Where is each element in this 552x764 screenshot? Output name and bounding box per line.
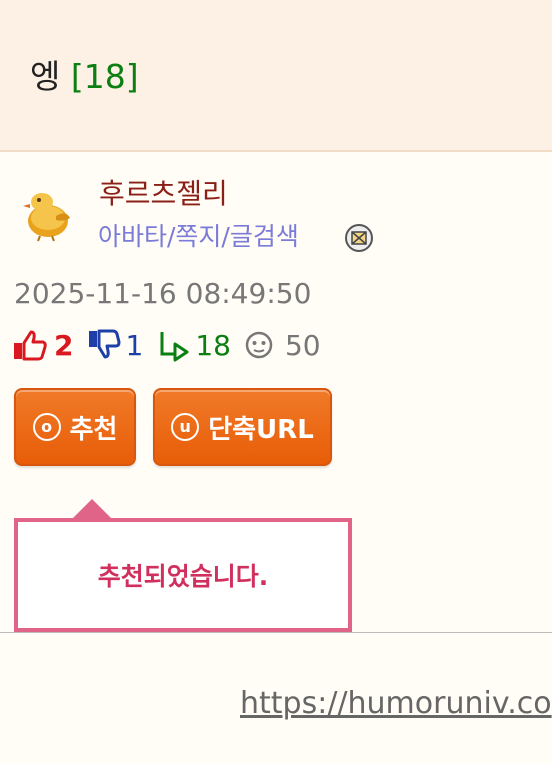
post-title-text: 엥 [30,57,61,96]
reply-stat-count: 18 [195,328,231,362]
reply-count: [18] [70,57,139,96]
envelope-icon[interactable] [344,223,374,253]
short-url-circle-icon: u [171,413,200,441]
recommend-circle-icon: o [32,413,61,441]
author-links[interactable]: 아바타/쪽지/글검색 [98,217,299,253]
view-count: 50 [284,328,321,362]
chick-avatar-icon[interactable] [20,188,74,242]
short-url-link[interactable]: https://humoruniv.co [240,686,552,721]
upvote-stat[interactable]: 2 [12,328,87,362]
toast-message: 추천되었습니다. [97,562,269,591]
downvote-stat[interactable]: 1 [87,328,157,362]
short-url-button[interactable]: u 단축URL [153,388,332,466]
recommend-toast: 추천되었습니다. [14,518,352,632]
author-nickname[interactable]: 후르츠젤리 [99,172,228,212]
post-datetime: 2025-11-16 08:49:50 [14,277,312,310]
divider [0,632,552,633]
thumbs-down-icon [89,329,121,359]
recommend-button[interactable]: o 추천 [14,388,136,466]
downvote-count: 1 [125,328,144,362]
upvote-count: 2 [54,328,74,362]
post-stats: 2 1 18 50 [12,326,321,364]
post-title: 엥 [18] [30,50,139,98]
reply-stat: 18 [157,328,245,362]
reply-arrow-icon [160,332,189,362]
recommend-label: 추천 [69,414,118,445]
view-stat: 50 [245,329,321,362]
post-header: 엥 [18] [0,0,552,152]
thumbs-up-icon [14,330,47,361]
face-icon [245,331,273,359]
short-url-label: 단축URL [208,414,314,445]
